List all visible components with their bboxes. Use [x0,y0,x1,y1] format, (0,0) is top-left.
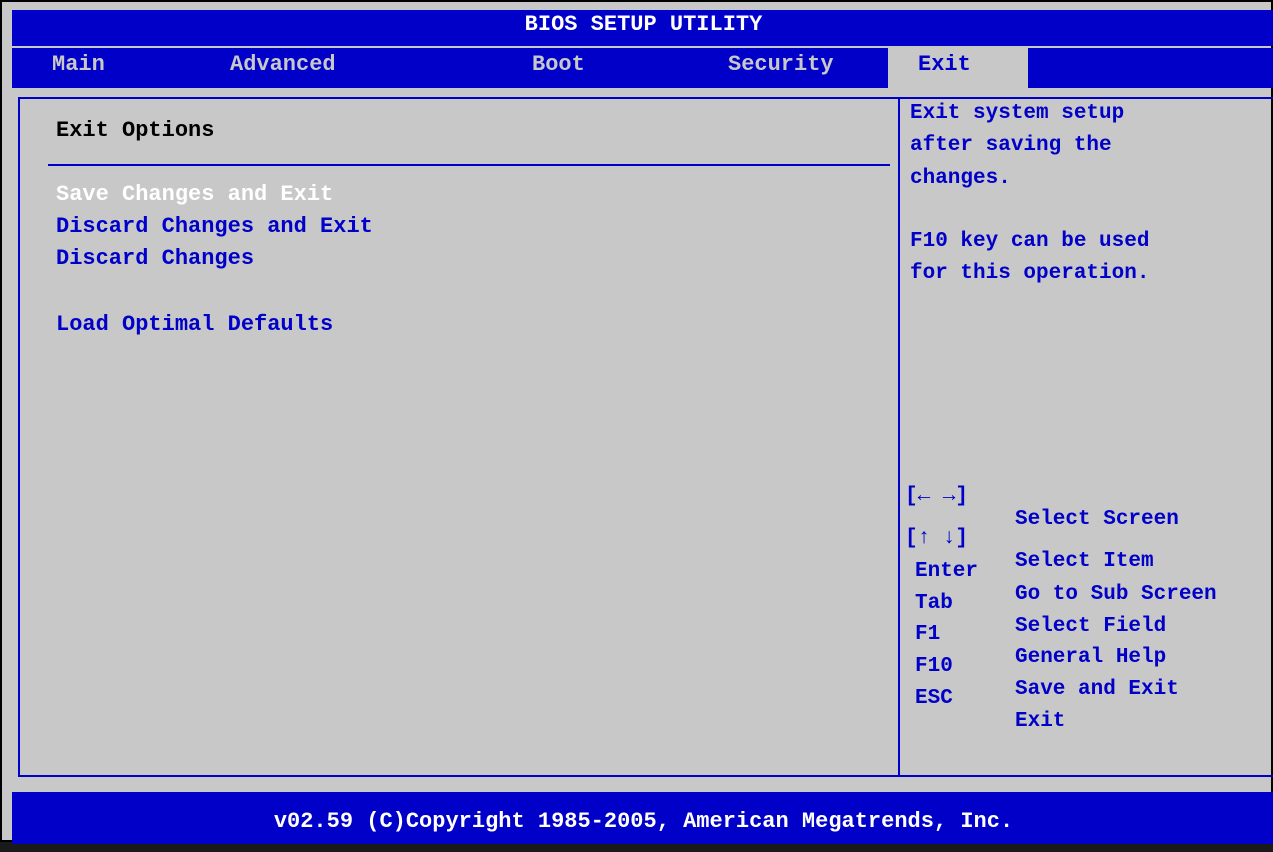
help-text-line: F10 key can be used [910,230,1150,253]
key-description: Go to Sub Screen [1015,583,1217,606]
menu-item-discard-changes-and-exit[interactable]: Discard Changes and Exit [56,214,373,239]
tab-label: Boot [532,52,585,77]
key-description: Select Screen [1015,508,1179,531]
key-legend-row: [↑ ↓] Select Item [905,504,1154,573]
key-legend-row: F10 Save and Exit [905,632,1179,701]
key-legend-row: ESC Exit [905,664,1065,733]
key-description: Save and Exit [1015,678,1179,701]
copyright-footer: v02.59 (C)Copyright 1985-2005, American … [12,792,1273,844]
title-text: BIOS SETUP UTILITY [524,12,763,37]
tab-advanced[interactable]: Advanced [230,48,336,88]
key-description: Select Item [1015,550,1154,573]
menu-item-discard-changes[interactable]: Discard Changes [56,246,254,271]
menu-item-load-optimal-defaults[interactable]: Load Optimal Defaults [56,312,333,337]
tab-main[interactable]: Main [52,48,105,88]
bios-screen: BIOS SETUP UTILITY Main Advanced Boot Se… [0,0,1273,844]
tab-label: Main [52,52,105,77]
tab-label: Exit [918,52,971,77]
key-legend-row: F1 General Help [905,600,1166,669]
help-text-line: Exit system setup [910,102,1125,125]
footer-text: v02.59 (C)Copyright 1985-2005, American … [273,809,1014,834]
panel-divider [898,97,900,777]
tab-security[interactable]: Security [728,48,834,88]
tab-label: Security [728,52,834,77]
key-description: Exit [1015,710,1066,733]
help-text-line: after saving the [910,134,1112,157]
key-description: Select Field [1015,615,1167,638]
section-divider [48,164,890,166]
menu-item-save-changes-and-exit[interactable]: Save Changes and Exit [56,182,333,207]
tab-bar: Main Advanced Boot Security Exit [12,48,1273,88]
key-description: General Help [1015,646,1167,669]
tab-exit[interactable]: Exit [888,48,1028,88]
tab-label: Advanced [230,52,336,77]
key-legend-row: Enter Go to Sub Screen [905,537,1217,606]
key-label: ESC [915,687,953,710]
key-legend-row: [← →] Select Screen [905,462,1179,531]
key-legend-row: Tab Select Field [905,569,1166,638]
tab-boot[interactable]: Boot [532,48,585,88]
help-text-line: for this operation. [910,262,1150,285]
help-text-line: changes. [910,167,1011,190]
title-bar: BIOS SETUP UTILITY [12,10,1273,46]
section-title: Exit Options [56,118,215,143]
